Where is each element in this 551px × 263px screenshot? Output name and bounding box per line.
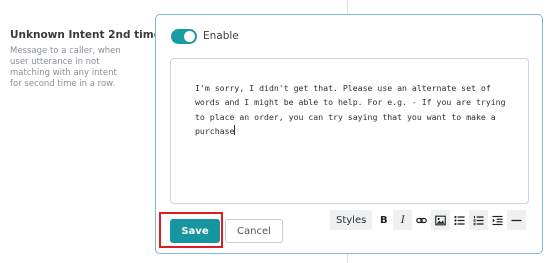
editor-content: I'm sorry, I didn't get that. Please use… — [195, 83, 506, 137]
text-caret — [234, 125, 236, 136]
image-button[interactable] — [431, 210, 451, 230]
horizontal-rule-icon — [511, 219, 522, 221]
styles-dropdown[interactable]: Styles — [330, 210, 373, 230]
indent-button[interactable] — [488, 210, 507, 230]
bold-button[interactable]: B — [374, 210, 393, 230]
editor-toolbar: Styles B I — [330, 210, 527, 230]
bulleted-list-button[interactable] — [450, 210, 469, 230]
setting-description: Message to a caller, when user utterance… — [10, 46, 121, 89]
numbered-list-icon — [473, 215, 484, 225]
italic-button[interactable]: I — [393, 210, 413, 230]
bold-icon: B — [380, 214, 388, 226]
horizontal-rule-button[interactable] — [507, 210, 527, 230]
message-editor[interactable]: I'm sorry, I didn't get that. Please use… — [170, 58, 529, 204]
enable-label: Enable — [203, 30, 239, 42]
save-button[interactable]: Save — [170, 219, 220, 243]
enable-toggle[interactable] — [171, 29, 197, 44]
numbered-list-button[interactable] — [469, 210, 489, 230]
setting-title: Unknown Intent 2nd time — [10, 29, 161, 41]
editor-text[interactable]: I'm sorry, I didn't get that. Please use… — [195, 81, 515, 139]
indent-icon — [492, 215, 503, 225]
link-icon — [416, 217, 428, 223]
image-icon — [435, 215, 447, 225]
toggle-knob — [184, 31, 195, 42]
message-settings-card: Enable I'm sorry, I didn't get that. Ple… — [155, 14, 543, 254]
link-button[interactable] — [412, 210, 431, 230]
cancel-button[interactable]: Cancel — [225, 219, 283, 243]
bulleted-list-icon — [454, 215, 465, 225]
italic-icon: I — [400, 214, 405, 226]
